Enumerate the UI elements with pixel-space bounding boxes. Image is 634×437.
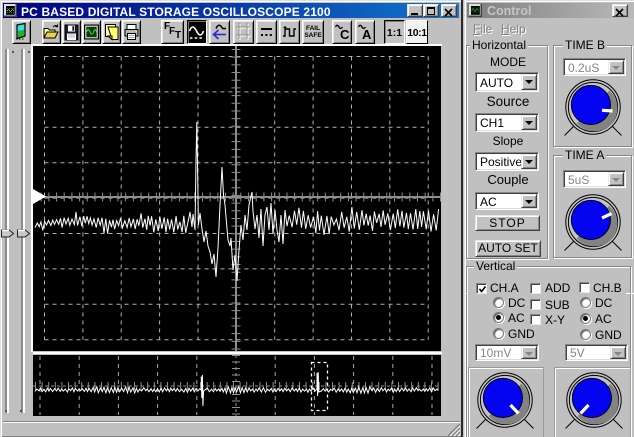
svg-text:C: C — [340, 27, 350, 42]
svg-text:A: A — [362, 27, 372, 42]
